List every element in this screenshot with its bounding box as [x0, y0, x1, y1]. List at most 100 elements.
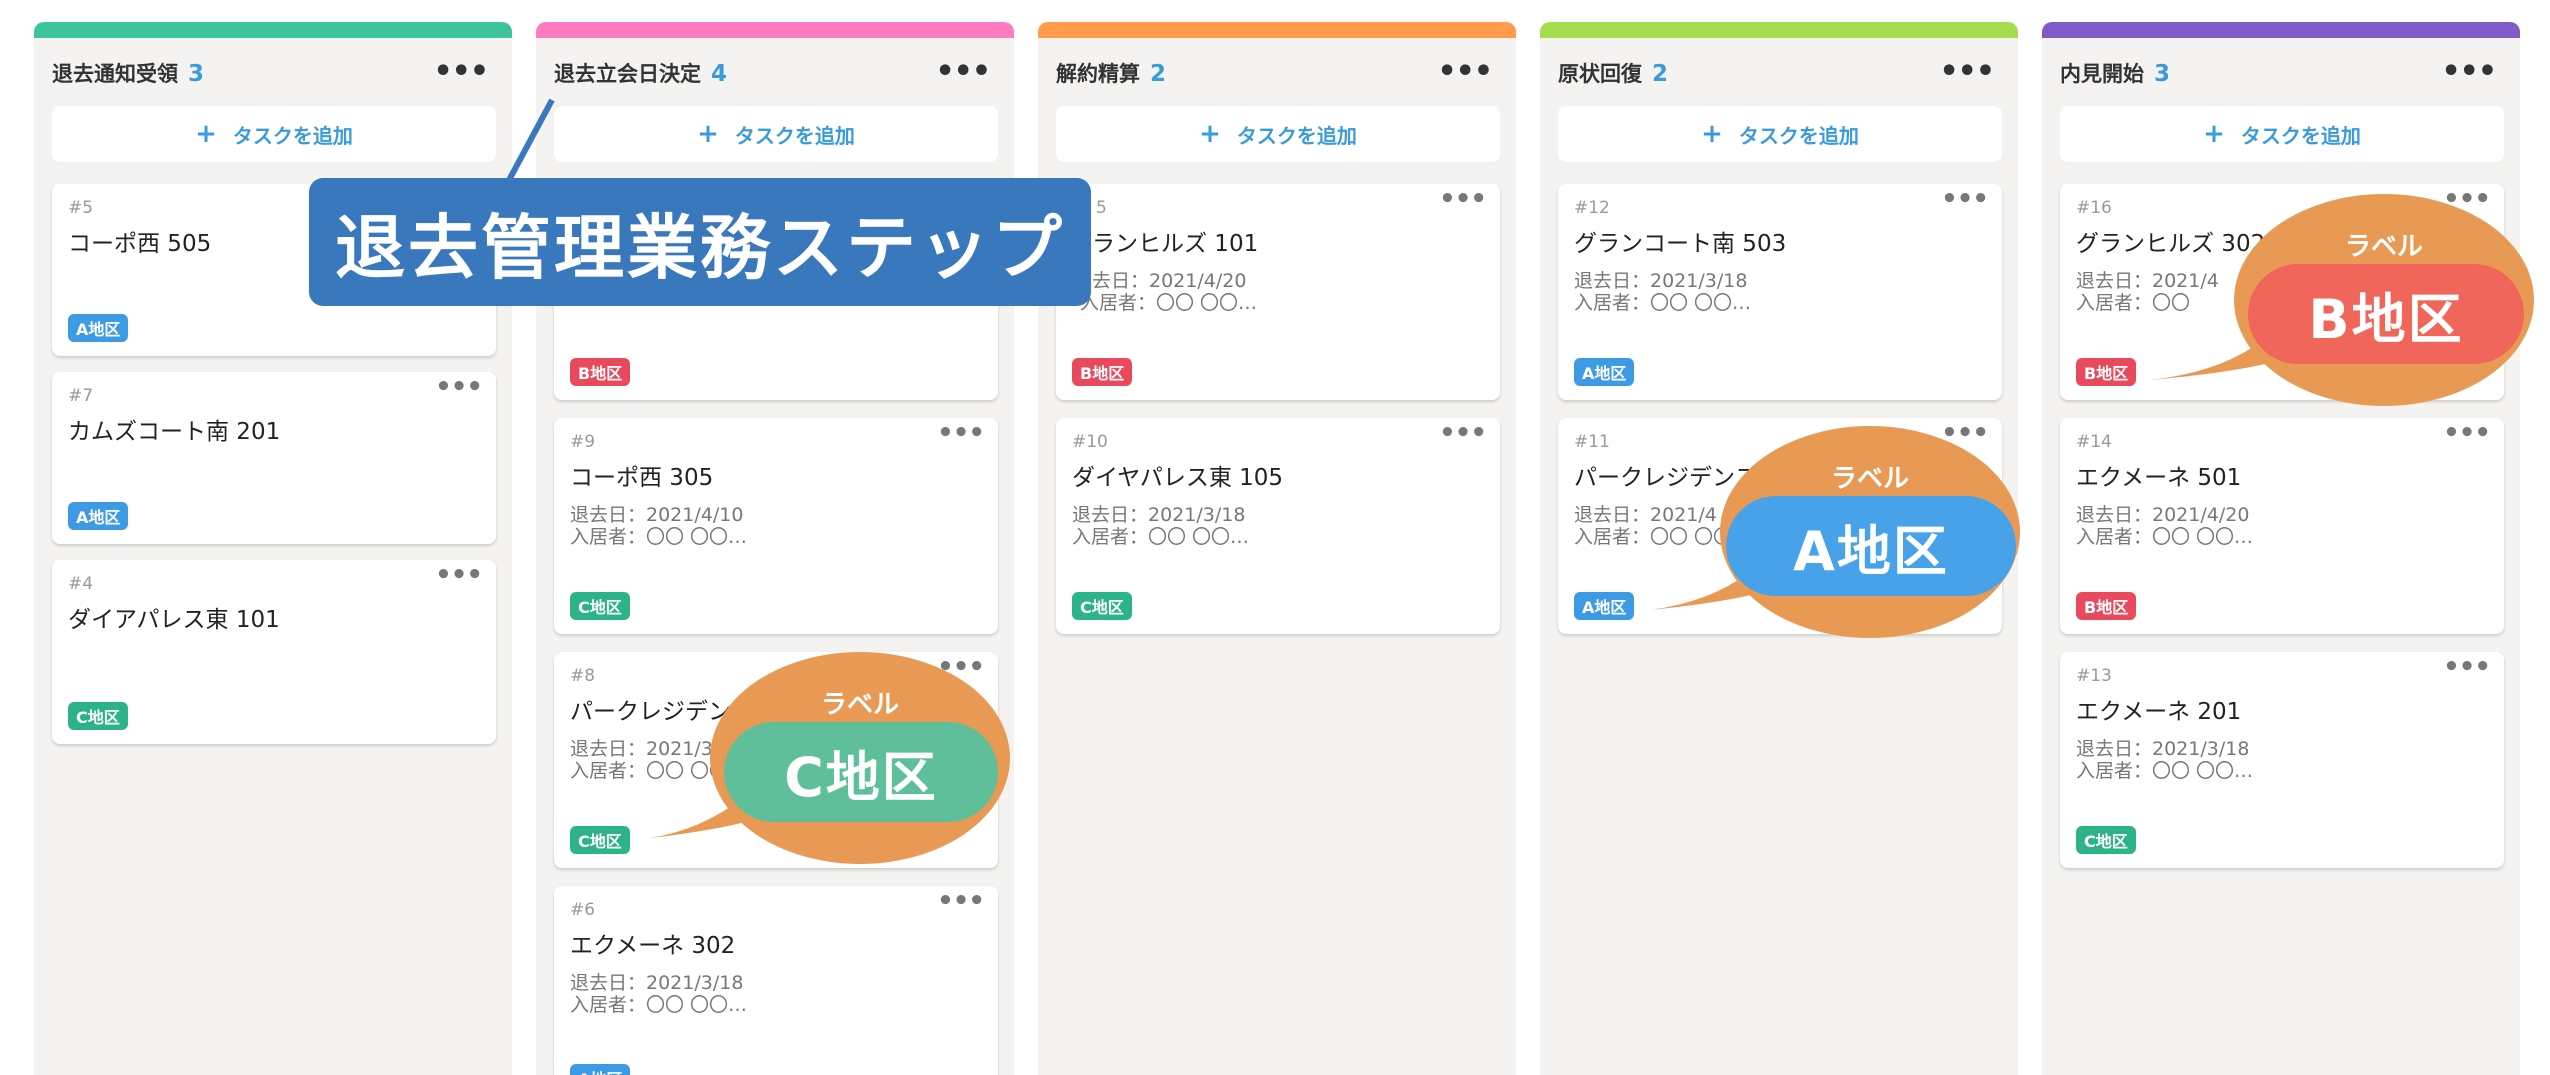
- column-name: 解約精算: [1056, 62, 1140, 86]
- card-title: エクメーネ 201: [2076, 699, 2242, 725]
- add-task-label: タスクを追加: [734, 123, 855, 148]
- task-card[interactable]: #4 ••• ダイアパレス東 101 C地区: [52, 560, 496, 744]
- card-more-icon[interactable]: •••: [1439, 420, 1487, 446]
- column-header: 解約精算 2: [1056, 58, 1166, 98]
- plus-icon: +: [1199, 119, 1221, 149]
- add-task-button[interactable]: + タスクを追加: [1056, 106, 1500, 162]
- card-number: #9: [570, 432, 596, 452]
- column-color-bar: [1038, 22, 1516, 38]
- area-tag[interactable]: A地区: [570, 1064, 631, 1075]
- area-tag[interactable]: B地区: [570, 358, 631, 386]
- area-tag[interactable]: A地区: [1574, 592, 1635, 620]
- kanban-board: 退去通知受領 3 ••• + タスクを追加 #5 コーポ西 505 A地区 #7 …: [0, 0, 2550, 1075]
- area-tag[interactable]: C地区: [570, 826, 630, 854]
- card-number: #6: [570, 900, 596, 920]
- column-count: 3: [2154, 61, 2171, 87]
- callout-tag: B地区: [2248, 264, 2524, 364]
- add-task-button[interactable]: + タスクを追加: [554, 106, 998, 162]
- card-title: ダイアパレス東 101: [68, 607, 280, 633]
- callout-caption: ラベル: [1830, 464, 1909, 494]
- card-title: カムズコート南 201: [68, 419, 281, 445]
- column-more-icon[interactable]: •••: [1437, 57, 1493, 87]
- area-tag[interactable]: A地区: [68, 314, 129, 342]
- column-count: 2: [1150, 61, 1167, 87]
- card-number: #10: [1072, 432, 1108, 452]
- column-more-icon[interactable]: •••: [1939, 57, 1995, 87]
- plus-icon: +: [2203, 119, 2225, 149]
- card-more-icon[interactable]: •••: [1941, 186, 1989, 212]
- area-tag[interactable]: B地区: [2076, 358, 2137, 386]
- workflow-banner: 退去管理業務ステップ: [309, 178, 1091, 306]
- card-tenant: 入居者：〇〇 〇〇…: [1574, 292, 1752, 314]
- card-title: コーポ西 505: [68, 231, 212, 257]
- column-count: 2: [1652, 61, 1669, 87]
- area-tag[interactable]: B地区: [2076, 592, 2137, 620]
- area-tag[interactable]: C地区: [2076, 826, 2136, 854]
- column-kaiyaku: 解約精算 2 ••• + タスクを追加 5 ••• ランヒルズ 101 去日：20…: [1038, 22, 1516, 1075]
- task-card[interactable]: #9 ••• コーポ西 305 退去日：2021/4/10 入居者：〇〇 〇〇……: [554, 418, 998, 634]
- card-more-icon[interactable]: •••: [435, 562, 483, 588]
- add-task-button[interactable]: + タスクを追加: [52, 106, 496, 162]
- add-task-label: タスクを追加: [232, 123, 353, 148]
- column-header: 退去立会日決定 4: [554, 58, 727, 98]
- area-tag[interactable]: B地区: [1072, 358, 1133, 386]
- column-name: 退去通知受領: [52, 62, 178, 86]
- card-number: #13: [2076, 666, 2112, 686]
- card-number: #4: [68, 574, 94, 594]
- column-color-bar: [1540, 22, 2018, 38]
- column-naiken: 内見開始 3 ••• + タスクを追加 #16 ••• グランヒルズ 302 退去…: [2042, 22, 2520, 1075]
- column-more-icon[interactable]: •••: [2441, 57, 2497, 87]
- add-task-button[interactable]: + タスクを追加: [2060, 106, 2504, 162]
- card-more-icon[interactable]: •••: [2443, 654, 2491, 680]
- plus-icon: +: [195, 119, 217, 149]
- card-more-icon[interactable]: •••: [1439, 186, 1487, 212]
- column-header: 原状回復 2: [1558, 58, 1668, 98]
- card-tenant: 入居者：〇〇 〇〇…: [570, 994, 748, 1016]
- task-card[interactable]: #14 ••• エクメーネ 501 退去日：2021/4/20 入居者：〇〇 〇…: [2060, 418, 2504, 634]
- task-card[interactable]: #6 ••• エクメーネ 302 退去日：2021/3/18 入居者：〇〇 〇〇…: [554, 886, 998, 1075]
- card-more-icon[interactable]: •••: [435, 374, 483, 400]
- card-tenant: 入居者：〇〇 〇〇…: [1072, 526, 1250, 548]
- column-name: 原状回復: [1558, 62, 1642, 86]
- card-more-icon[interactable]: •••: [2443, 420, 2491, 446]
- callout-tag: A地区: [1726, 496, 2016, 596]
- task-card[interactable]: #7 ••• カムズコート南 201 A地区: [52, 372, 496, 544]
- task-card[interactable]: #12 ••• グランコート南 503 退去日：2021/3/18 入居者：〇〇…: [1558, 184, 2002, 400]
- area-tag[interactable]: A地区: [1574, 358, 1635, 386]
- area-tag[interactable]: C地区: [68, 702, 128, 730]
- card-number: #8: [570, 666, 596, 686]
- area-tag[interactable]: C地区: [570, 592, 630, 620]
- card-title: ダイヤパレス東 105: [1072, 465, 1284, 491]
- card-tenant: 入居者：〇〇 〇〇…: [2076, 760, 2254, 782]
- task-card[interactable]: 5 ••• ランヒルズ 101 去日：2021/4/20 入居者：〇〇 〇〇… …: [1056, 184, 1500, 400]
- label-callout-b: ラベル B地区: [2140, 192, 2540, 412]
- add-task-label: タスクを追加: [1738, 123, 1859, 148]
- plus-icon: +: [697, 119, 719, 149]
- column-name: 内見開始: [2060, 62, 2144, 86]
- add-task-label: タスクを追加: [1236, 123, 1357, 148]
- label-callout-c: ラベル C地区: [640, 650, 1020, 870]
- task-card[interactable]: #10 ••• ダイヤパレス東 105 退去日：2021/3/18 入居者：〇〇…: [1056, 418, 1500, 634]
- callout-caption: ラベル: [2344, 232, 2423, 262]
- area-tag[interactable]: C地区: [1072, 592, 1132, 620]
- card-tenant: 入居者：〇〇 〇〇…: [1080, 292, 1258, 314]
- column-more-icon[interactable]: •••: [433, 57, 489, 87]
- column-count: 3: [188, 61, 205, 87]
- card-more-icon[interactable]: •••: [937, 888, 985, 914]
- column-name: 退去立会日決定: [554, 62, 701, 86]
- callout-caption: ラベル: [820, 690, 899, 720]
- card-number: 5: [1096, 198, 1107, 218]
- card-more-icon[interactable]: •••: [937, 420, 985, 446]
- column-header: 退去通知受領 3: [52, 58, 204, 98]
- card-title: エクメーネ 501: [2076, 465, 2242, 491]
- task-card[interactable]: #13 ••• エクメーネ 201 退去日：2021/3/18 入居者：〇〇 〇…: [2060, 652, 2504, 868]
- card-title: コーポ西 305: [570, 465, 714, 491]
- card-title: グランコート南 503: [1574, 231, 1787, 257]
- column-more-icon[interactable]: •••: [935, 57, 991, 87]
- add-task-button[interactable]: + タスクを追加: [1558, 106, 2002, 162]
- callout-tag: C地区: [724, 722, 998, 822]
- area-tag[interactable]: A地区: [68, 502, 129, 530]
- column-color-bar: [536, 22, 1014, 38]
- card-title: エクメーネ 302: [570, 933, 736, 959]
- label-callout-a: ラベル A地区: [1650, 422, 2030, 642]
